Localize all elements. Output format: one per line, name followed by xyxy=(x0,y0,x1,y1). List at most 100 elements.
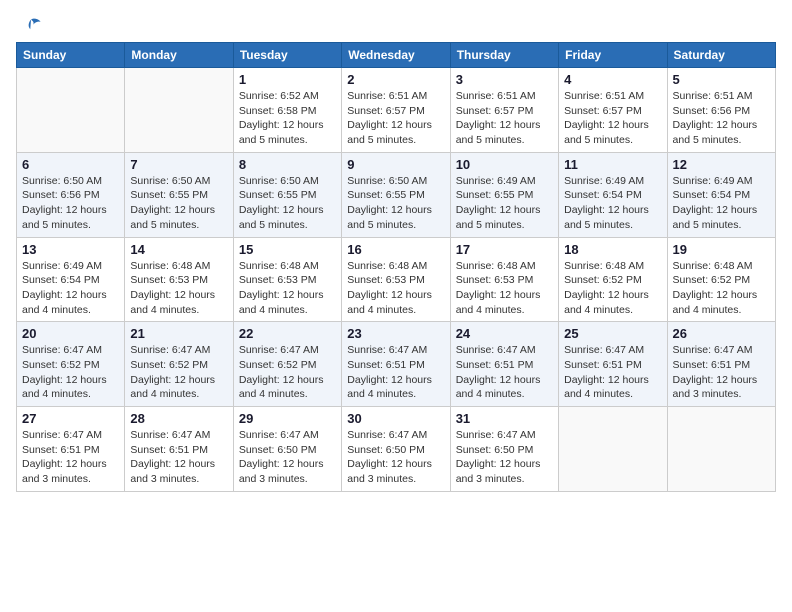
day-info-text: Daylight: 12 hours and 4 minutes. xyxy=(22,288,119,317)
day-info-text: Sunrise: 6:47 AM xyxy=(564,343,661,358)
day-number: 6 xyxy=(22,157,119,172)
day-info-text: Sunrise: 6:47 AM xyxy=(347,343,444,358)
day-number: 1 xyxy=(239,72,336,87)
calendar-day-23: 23Sunrise: 6:47 AMSunset: 6:51 PMDayligh… xyxy=(342,322,450,407)
day-header-wednesday: Wednesday xyxy=(342,43,450,68)
calendar-week-row: 27Sunrise: 6:47 AMSunset: 6:51 PMDayligh… xyxy=(17,407,776,492)
calendar-day-12: 12Sunrise: 6:49 AMSunset: 6:54 PMDayligh… xyxy=(667,152,775,237)
day-info-text: Daylight: 12 hours and 4 minutes. xyxy=(239,288,336,317)
day-info-text: Sunset: 6:55 PM xyxy=(239,188,336,203)
day-number: 31 xyxy=(456,411,553,426)
calendar-week-row: 1 Sunrise: 6:52 AMSunset: 6:58 PM Daylight… xyxy=(17,68,776,153)
day-info-text: Sunset: 6:55 PM xyxy=(347,188,444,203)
calendar-day-3: 3Sunrise: 6:51 AMSunset: 6:57 PMDaylight… xyxy=(450,68,558,153)
day-info-text: Sunrise: 6:47 AM xyxy=(673,343,770,358)
day-info-text: Sunrise: 6:47 AM xyxy=(239,343,336,358)
day-info-text: Sunrise: 6:50 AM xyxy=(22,174,119,189)
calendar-day-14: 14Sunrise: 6:48 AMSunset: 6:53 PMDayligh… xyxy=(125,237,233,322)
calendar-day-30: 30 Sunrise: 6:47 AMSunset: 6:50 PMDayligh… xyxy=(342,407,450,492)
day-info-text: Sunset: 6:51 PM xyxy=(22,443,119,458)
day-number: 19 xyxy=(673,242,770,257)
page-header xyxy=(16,16,776,34)
day-info-text: Sunset: 6:58 PM xyxy=(239,104,336,119)
day-info-text: Sunrise: 6:48 AM xyxy=(456,259,553,274)
calendar-day-21: 21Sunrise: 6:47 AMSunset: 6:52 PMDayligh… xyxy=(125,322,233,407)
day-info-text: Daylight: 12 hours and 4 minutes. xyxy=(347,373,444,402)
day-info-text: Daylight: 12 hours and 5 minutes. xyxy=(673,118,770,147)
day-info-text: Sunrise: 6:47 AM xyxy=(22,428,119,443)
day-info-text: Daylight: 12 hours and 4 minutes. xyxy=(564,373,661,402)
day-info-text: Sunrise: 6:51 AM xyxy=(456,89,553,104)
day-number: 15 xyxy=(239,242,336,257)
day-info-text: Sunset: 6:51 PM xyxy=(673,358,770,373)
calendar-header-row: SundayMondayTuesdayWednesdayThursdayFrid… xyxy=(17,43,776,68)
day-info-text: Sunset: 6:57 PM xyxy=(347,104,444,119)
day-info-text: Sunrise: 6:48 AM xyxy=(673,259,770,274)
day-info-text: Daylight: 12 hours and 5 minutes. xyxy=(673,203,770,232)
day-info-text: Sunset: 6:54 PM xyxy=(564,188,661,203)
day-number: 4 xyxy=(564,72,661,87)
day-number: 25 xyxy=(564,326,661,341)
day-number: 13 xyxy=(22,242,119,257)
calendar-day-27: 27Sunrise: 6:47 AMSunset: 6:51 PMDayligh… xyxy=(17,407,125,492)
day-info-text: Sunset: 6:52 PM xyxy=(673,273,770,288)
calendar-day-7: 7Sunrise: 6:50 AMSunset: 6:55 PMDaylight… xyxy=(125,152,233,237)
day-info-text: Sunrise: 6:48 AM xyxy=(239,259,336,274)
day-number: 30 xyxy=(347,411,444,426)
day-number: 29 xyxy=(239,411,336,426)
calendar-week-row: 20Sunrise: 6:47 AMSunset: 6:52 PMDayligh… xyxy=(17,322,776,407)
day-info-text: Sunrise: 6:51 AM xyxy=(673,89,770,104)
day-info-text: Sunrise: 6:50 AM xyxy=(130,174,227,189)
day-info-text: Daylight: 12 hours and 5 minutes. xyxy=(456,118,553,147)
day-info-text: Sunrise: 6:51 AM xyxy=(564,89,661,104)
day-number: 17 xyxy=(456,242,553,257)
calendar-day-31: 31 Sunrise: 6:47 AMSunset: 6:50 PMDayligh… xyxy=(450,407,558,492)
day-info-text: Daylight: 12 hours and 3 minutes. xyxy=(456,457,553,486)
day-info-text: Sunrise: 6:47 AM xyxy=(347,428,444,443)
empty-cell xyxy=(125,68,233,153)
day-info-text: Sunrise: 6:47 AM xyxy=(456,343,553,358)
day-info-text: Sunset: 6:56 PM xyxy=(673,104,770,119)
day-info-text: Daylight: 12 hours and 4 minutes. xyxy=(456,373,553,402)
day-number: 16 xyxy=(347,242,444,257)
day-info-text: Sunrise: 6:48 AM xyxy=(564,259,661,274)
day-info-text: Sunset: 6:52 PM xyxy=(130,358,227,373)
day-info-text: Sunset: 6:52 PM xyxy=(22,358,119,373)
day-info-text: Sunset: 6:50 PM xyxy=(456,443,553,458)
day-info-text: Sunset: 6:53 PM xyxy=(239,273,336,288)
day-info-text: Daylight: 12 hours and 4 minutes. xyxy=(239,373,336,402)
day-number: 10 xyxy=(456,157,553,172)
calendar-day-19: 19Sunrise: 6:48 AMSunset: 6:52 PMDayligh… xyxy=(667,237,775,322)
calendar-day-26: 26Sunrise: 6:47 AMSunset: 6:51 PMDayligh… xyxy=(667,322,775,407)
calendar-week-row: 13Sunrise: 6:49 AMSunset: 6:54 PMDayligh… xyxy=(17,237,776,322)
day-info-text: Daylight: 12 hours and 3 minutes. xyxy=(347,457,444,486)
day-info-text: Daylight: 12 hours and 3 minutes. xyxy=(673,373,770,402)
calendar-day-15: 15 Sunrise: 6:48 AMSunset: 6:53 PMDayligh… xyxy=(233,237,341,322)
day-info-text: Daylight: 12 hours and 4 minutes. xyxy=(456,288,553,317)
day-header-thursday: Thursday xyxy=(450,43,558,68)
calendar-day-9: 9Sunrise: 6:50 AMSunset: 6:55 PMDaylight… xyxy=(342,152,450,237)
calendar-day-29: 29Sunrise: 6:47 AMSunset: 6:50 PMDayligh… xyxy=(233,407,341,492)
calendar-day-22: 22Sunrise: 6:47 AMSunset: 6:52 PMDayligh… xyxy=(233,322,341,407)
day-info-text: Sunrise: 6:50 AM xyxy=(347,174,444,189)
day-info-text: Sunrise: 6:49 AM xyxy=(564,174,661,189)
day-info-text: Sunset: 6:53 PM xyxy=(130,273,227,288)
day-info-text: Sunset: 6:50 PM xyxy=(347,443,444,458)
day-info-text: Sunrise: 6:52 AM xyxy=(239,89,336,104)
calendar-day-28: 28Sunrise: 6:47 AMSunset: 6:51 PMDayligh… xyxy=(125,407,233,492)
day-info-text: Sunset: 6:51 PM xyxy=(130,443,227,458)
day-info-text: Sunrise: 6:48 AM xyxy=(130,259,227,274)
day-info-text: Daylight: 12 hours and 5 minutes. xyxy=(22,203,119,232)
day-header-saturday: Saturday xyxy=(667,43,775,68)
day-info-text: Sunrise: 6:47 AM xyxy=(456,428,553,443)
day-number: 24 xyxy=(456,326,553,341)
empty-cell xyxy=(667,407,775,492)
calendar-day-11: 11Sunrise: 6:49 AMSunset: 6:54 PMDayligh… xyxy=(559,152,667,237)
day-info-text: Sunrise: 6:49 AM xyxy=(673,174,770,189)
day-info-text: Daylight: 12 hours and 4 minutes. xyxy=(564,288,661,317)
day-info-text: Sunrise: 6:47 AM xyxy=(22,343,119,358)
day-number: 8 xyxy=(239,157,336,172)
day-info-text: Daylight: 12 hours and 5 minutes. xyxy=(130,203,227,232)
day-info-text: Sunset: 6:56 PM xyxy=(22,188,119,203)
day-info-text: Sunset: 6:50 PM xyxy=(239,443,336,458)
